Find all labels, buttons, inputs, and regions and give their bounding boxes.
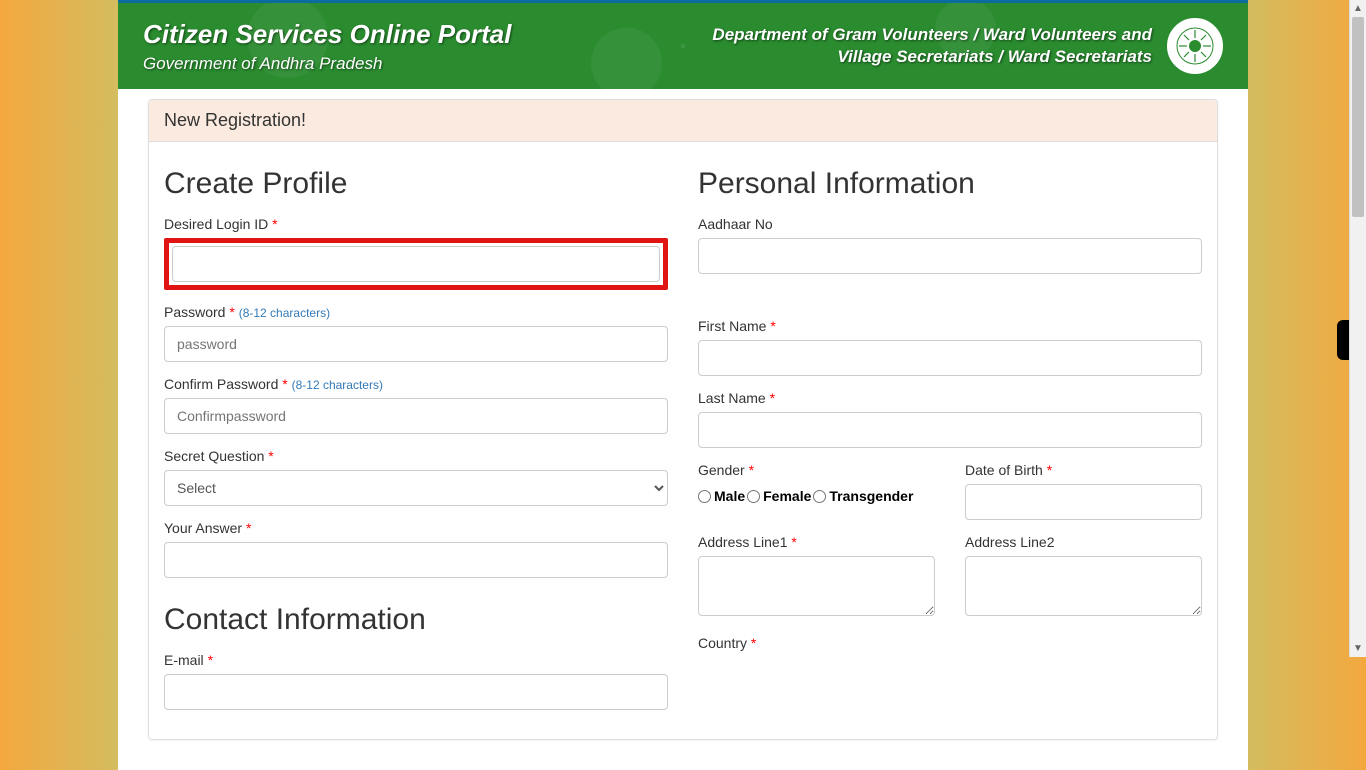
last-name-input[interactable] [698, 412, 1202, 448]
group-secret-question: Secret Question * Select [164, 448, 668, 506]
personal-info-heading: Personal Information [698, 167, 1202, 201]
left-column: Create Profile Desired Login ID * Passwo… [164, 167, 668, 724]
panel-heading: New Registration! [149, 100, 1217, 142]
aadhaar-input[interactable] [698, 238, 1202, 274]
dob-input[interactable] [965, 484, 1202, 520]
password-input[interactable] [164, 326, 668, 362]
scroll-down-arrow-icon[interactable]: ▼ [1350, 640, 1366, 657]
header-left: Citizen Services Online Portal Governmen… [143, 19, 511, 74]
email-input[interactable] [164, 674, 668, 710]
page-wrap: Citizen Services Online Portal Governmen… [118, 0, 1248, 770]
label-gender: Gender * [698, 462, 754, 478]
confirm-password-input[interactable] [164, 398, 668, 434]
group-aadhaar: Aadhaar No [698, 216, 1202, 274]
label-email: E-mail * [164, 652, 213, 668]
label-last-name: Last Name * [698, 390, 775, 406]
form-row: Create Profile Desired Login ID * Passwo… [164, 167, 1202, 724]
login-id-highlight [164, 238, 668, 290]
side-widget-tab[interactable] [1337, 320, 1349, 360]
label-address2: Address Line2 [965, 534, 1055, 550]
radio-transgender[interactable] [813, 490, 826, 503]
contact-info-heading: Contact Information [164, 603, 668, 637]
panel-body: Create Profile Desired Login ID * Passwo… [149, 142, 1217, 739]
dept-line2: Village Secretariats / Ward Secretariats [712, 46, 1152, 68]
gender-radios: Male Female Transgender [698, 488, 935, 504]
address1-input[interactable] [698, 556, 935, 616]
label-confirm-password: Confirm Password * (8-12 characters) [164, 376, 383, 392]
group-address1: Address Line1 * [698, 534, 935, 621]
group-dob: Date of Birth * [965, 462, 1202, 520]
header-right: Department of Gram Volunteers / Ward Vol… [712, 18, 1223, 74]
right-column: Personal Information Aadhaar No First Na… [698, 167, 1202, 724]
label-address1: Address Line1 * [698, 534, 797, 550]
content-area: New Registration! Create Profile Desired… [118, 99, 1248, 770]
label-dob: Date of Birth * [965, 462, 1052, 478]
site-header: Citizen Services Online Portal Governmen… [118, 0, 1248, 89]
label-aadhaar: Aadhaar No [698, 216, 773, 232]
radio-female[interactable] [747, 490, 760, 503]
scroll-up-arrow-icon[interactable]: ▲ [1350, 0, 1366, 17]
gender-dob-row: Gender * Male Female Transgender Date of… [698, 462, 1202, 534]
address2-input[interactable] [965, 556, 1202, 616]
group-country: Country * [698, 635, 1202, 653]
dept-line1: Department of Gram Volunteers / Ward Vol… [712, 24, 1152, 46]
department-name: Department of Gram Volunteers / Ward Vol… [712, 24, 1152, 68]
group-address2: Address Line2 [965, 534, 1202, 621]
group-gender: Gender * Male Female Transgender [698, 462, 935, 520]
label-your-answer: Your Answer * [164, 520, 251, 536]
vertical-scrollbar[interactable]: ▲ ▼ [1349, 0, 1366, 657]
group-login-id: Desired Login ID * [164, 216, 668, 290]
radio-female-label: Female [763, 488, 811, 504]
your-answer-input[interactable] [164, 542, 668, 578]
label-login-id: Desired Login ID * [164, 216, 278, 232]
site-subtitle: Government of Andhra Pradesh [143, 54, 511, 74]
login-id-input[interactable] [172, 246, 660, 282]
group-first-name: First Name * [698, 318, 1202, 376]
scroll-thumb[interactable] [1352, 17, 1364, 217]
first-name-input[interactable] [698, 340, 1202, 376]
radio-transgender-label: Transgender [829, 488, 913, 504]
site-title: Citizen Services Online Portal [143, 19, 511, 50]
create-profile-heading: Create Profile [164, 167, 668, 201]
group-confirm-password: Confirm Password * (8-12 characters) [164, 376, 668, 434]
radio-male-label: Male [714, 488, 745, 504]
label-password: Password * (8-12 characters) [164, 304, 330, 320]
group-email: E-mail * [164, 652, 668, 710]
label-country: Country * [698, 635, 756, 651]
address-row: Address Line1 * Address Line2 [698, 534, 1202, 635]
registration-panel: New Registration! Create Profile Desired… [148, 99, 1218, 740]
group-last-name: Last Name * [698, 390, 1202, 448]
label-secret-question: Secret Question * [164, 448, 274, 464]
radio-male[interactable] [698, 490, 711, 503]
group-password: Password * (8-12 characters) [164, 304, 668, 362]
secret-question-select[interactable]: Select [164, 470, 668, 506]
group-your-answer: Your Answer * [164, 520, 668, 578]
state-emblem-icon [1167, 18, 1223, 74]
label-first-name: First Name * [698, 318, 776, 334]
